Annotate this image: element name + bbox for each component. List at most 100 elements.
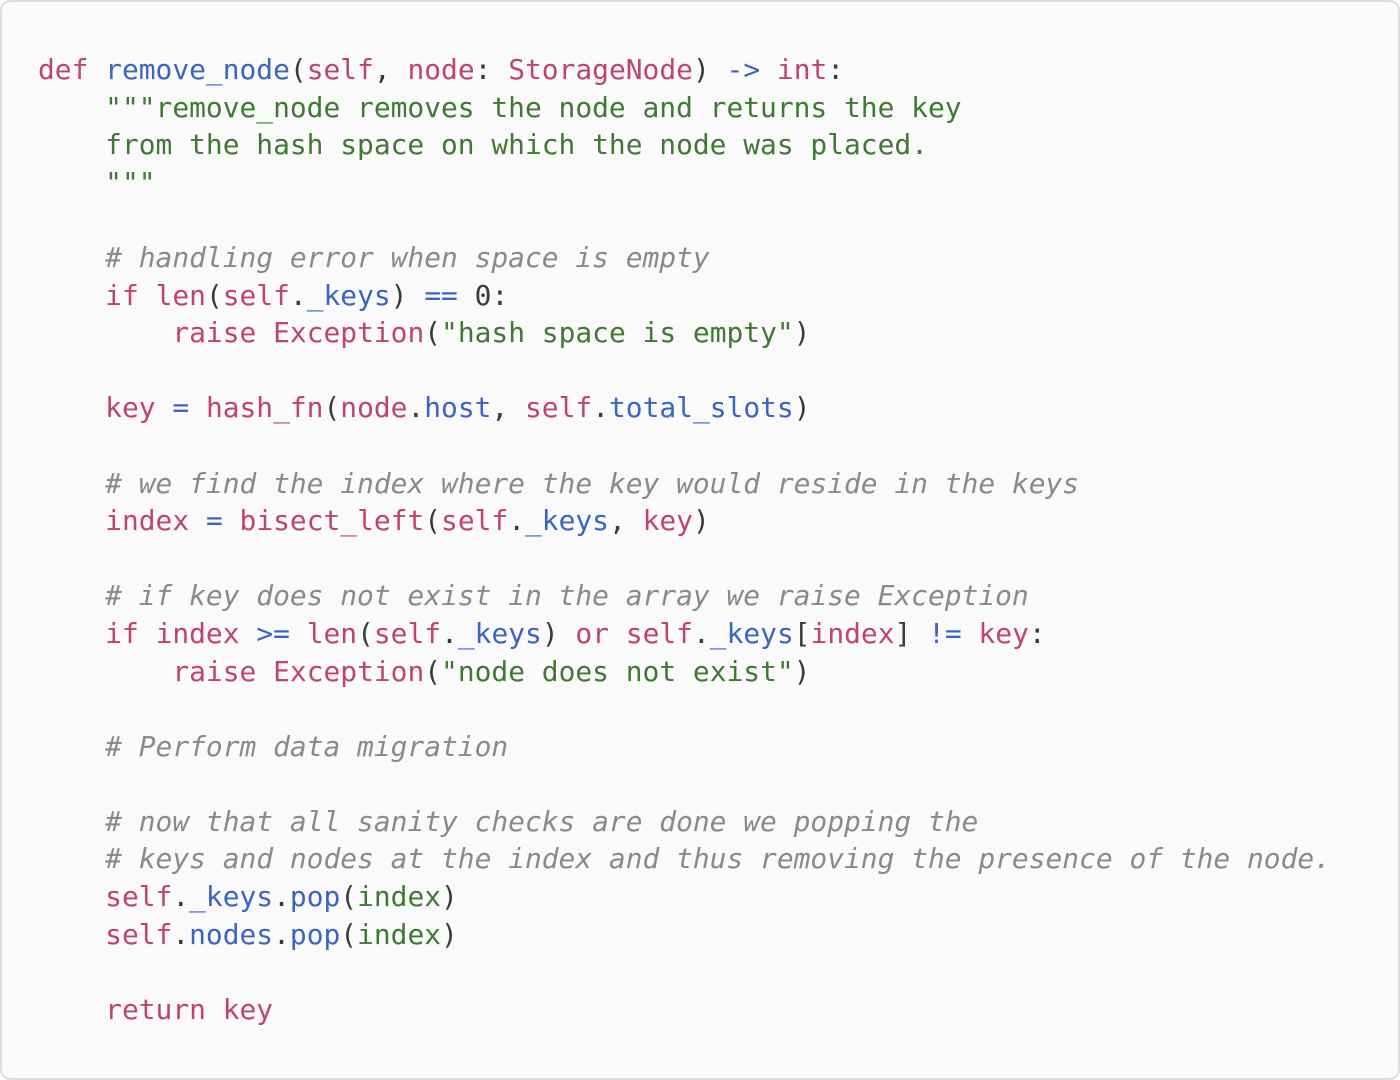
identifier-token: nodes xyxy=(189,917,274,951)
identifier-token: _keys xyxy=(457,616,542,650)
keyword-token: self xyxy=(525,391,593,425)
identifier-token: _keys xyxy=(189,880,274,914)
punctuation-token xyxy=(962,617,979,650)
punctuation-token xyxy=(38,655,172,688)
punctuation-token xyxy=(256,655,273,688)
punctuation-token: ) xyxy=(390,278,425,312)
keyword-token: StorageNode xyxy=(508,53,693,86)
punctuation-token xyxy=(223,504,240,537)
keyword-token: or xyxy=(575,616,610,650)
keyword-token: if xyxy=(105,278,139,312)
punctuation-token: ( xyxy=(424,504,442,538)
punctuation-token: ( xyxy=(340,917,358,951)
punctuation-token: , xyxy=(491,391,526,425)
punctuation-token xyxy=(206,993,223,1026)
keyword-token: key xyxy=(222,992,274,1026)
keyword-token: key xyxy=(978,616,1029,650)
identifier-token: _keys xyxy=(525,504,609,538)
punctuation-token: . xyxy=(273,880,290,914)
punctuation-token: : xyxy=(1028,616,1046,650)
punctuation-token: ( xyxy=(340,880,358,914)
comment-token: # now that all sanity checks are done we… xyxy=(38,804,979,838)
identifier-token: pop xyxy=(289,917,341,951)
operator-token: = xyxy=(172,391,190,425)
string-token: "hash space is empty" xyxy=(441,316,794,350)
code-line: # if key does not exist in the array we … xyxy=(38,577,1331,615)
punctuation-token xyxy=(760,53,777,86)
punctuation-token xyxy=(38,880,105,913)
keyword-token: self xyxy=(105,880,173,914)
operator-token: >= xyxy=(256,616,290,650)
code-line: # handling error when space is empty xyxy=(38,239,1331,277)
code-line: self._keys.pop(index) xyxy=(38,878,1331,916)
keyword-token: def xyxy=(38,53,106,86)
punctuation-token xyxy=(609,617,626,650)
code-line: """ xyxy=(38,164,1331,202)
string-token: "node does not exist" xyxy=(441,654,794,688)
keyword-token: index xyxy=(105,504,190,538)
code-line: def remove_node(self, node: StorageNode)… xyxy=(38,51,1331,89)
number-token: 0 xyxy=(474,278,492,312)
code-line: raise Exception("hash space is empty") xyxy=(38,314,1331,352)
keyword-token: Exception xyxy=(273,654,425,688)
comment-token: # we find the index where the key would … xyxy=(38,466,1080,500)
punctuation-token: . xyxy=(592,391,609,425)
punctuation-token: ] xyxy=(894,616,929,650)
string-token: """ xyxy=(38,165,156,199)
keyword-token: hash_fn xyxy=(205,391,324,425)
punctuation-token: . xyxy=(441,616,458,650)
punctuation-token: . xyxy=(508,504,526,538)
keyword-token: self xyxy=(306,53,374,86)
punctuation-token: . xyxy=(172,917,190,951)
keyword-token: key xyxy=(105,391,156,425)
keyword-token: node xyxy=(407,53,475,86)
punctuation-token: ( xyxy=(323,391,341,425)
punctuation-token: ( xyxy=(205,278,223,312)
keyword-token: self xyxy=(222,278,290,312)
code-line: # now that all sanity checks are done we… xyxy=(38,803,1331,841)
code-line: from the hash space on which the node wa… xyxy=(38,126,1331,164)
string-token: """remove_node removes the node and retu… xyxy=(38,90,962,124)
punctuation-token xyxy=(38,279,105,312)
punctuation-token xyxy=(139,617,156,650)
code-line: key = hash_fn(node.host, self.total_slot… xyxy=(38,389,1331,427)
punctuation-token xyxy=(240,617,257,650)
keyword-token: len xyxy=(306,616,358,650)
punctuation-token: ) xyxy=(793,654,811,688)
punctuation-token xyxy=(38,391,105,424)
punctuation-token xyxy=(38,617,105,650)
keyword-token: raise xyxy=(172,654,257,688)
keyword-token: self xyxy=(373,616,442,650)
punctuation-token xyxy=(38,993,105,1026)
keyword-token: len xyxy=(155,278,206,312)
punctuation-token: . xyxy=(289,278,307,312)
punctuation-token xyxy=(290,617,307,650)
operator-token: -> xyxy=(726,53,761,86)
identifier-token: pop xyxy=(289,880,341,914)
punctuation-token: : xyxy=(491,278,509,312)
string-token: index xyxy=(357,880,442,914)
code-line: # keys and nodes at the index and thus r… xyxy=(38,840,1331,878)
code-line: # Perform data migration xyxy=(38,728,1331,766)
punctuation-token: ) xyxy=(793,316,811,350)
comment-token: # handling error when space is empty xyxy=(38,240,710,274)
code-line: # we find the index where the key would … xyxy=(38,465,1331,503)
punctuation-token: ( xyxy=(424,654,442,688)
identifier-token: host xyxy=(424,391,492,425)
punctuation-token: ( xyxy=(357,616,374,650)
punctuation-token xyxy=(458,279,475,312)
keyword-token: self xyxy=(441,504,509,538)
comment-token: # Perform data migration xyxy=(38,729,509,763)
operator-token: == xyxy=(424,278,458,312)
punctuation-token: ( xyxy=(289,53,307,86)
punctuation-token: , xyxy=(608,504,643,538)
punctuation-token: . xyxy=(407,391,425,425)
keyword-token: if xyxy=(105,616,139,650)
punctuation-token: ) xyxy=(692,504,710,538)
